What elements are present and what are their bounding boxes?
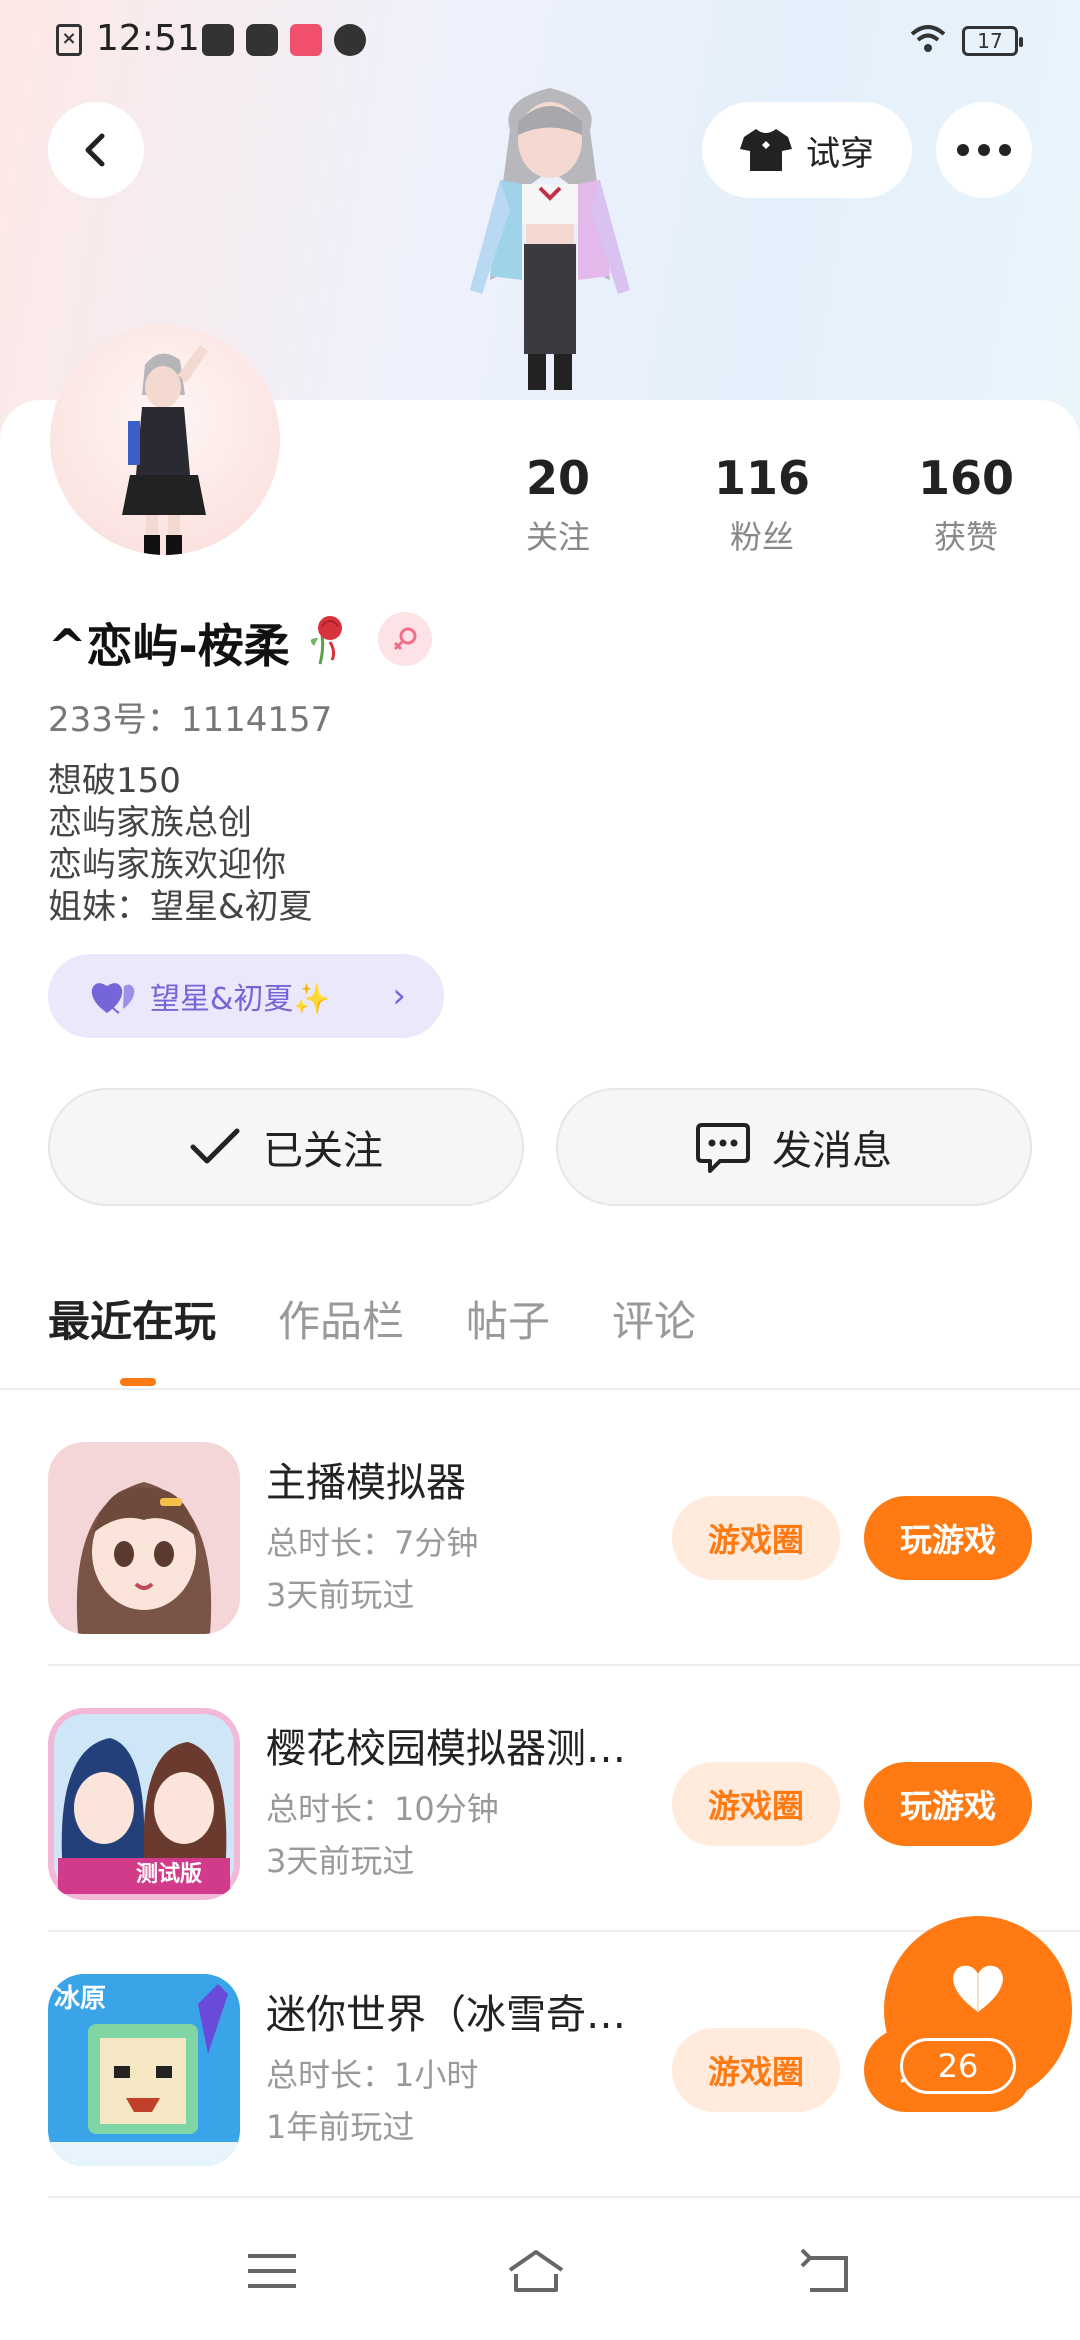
- profile-tabs: 最近在玩 作品栏 帖子 评论: [48, 1290, 758, 1370]
- likes-stat[interactable]: 160 获赞: [886, 450, 1046, 558]
- family-pill-label: 望星&初夏✨: [150, 982, 331, 1017]
- heart-icon: [91, 983, 135, 1014]
- bio-line: 恋屿家族总创: [48, 803, 252, 843]
- fans-stat[interactable]: 116 粉丝: [682, 450, 842, 558]
- avatar-3d-figure[interactable]: [440, 80, 660, 400]
- fans-count: 116: [713, 451, 811, 505]
- game-duration: 总时长：1小时: [266, 2056, 479, 2094]
- cat-app-icon: [334, 24, 366, 56]
- following-label: 关注: [525, 518, 590, 556]
- checkmark-icon: [190, 1128, 240, 1164]
- status-bar: × 12:51 17: [0, 0, 1080, 84]
- game-circle-button[interactable]: 游戏圈: [672, 1762, 840, 1846]
- heart-icon: [953, 1965, 1003, 2012]
- system-navigation-bar: [0, 2200, 1080, 2340]
- game-duration: 总时长：7分钟: [266, 1524, 479, 1562]
- try-on-button[interactable]: 试穿: [702, 102, 912, 198]
- likes-label: 获赞: [933, 518, 998, 556]
- avatar[interactable]: [50, 325, 280, 555]
- active-tab-indicator: [120, 1378, 156, 1386]
- send-message-label: 发消息: [772, 1128, 892, 1174]
- wifi-icon: [910, 25, 946, 52]
- game-name: 主播模拟器: [266, 1460, 466, 1506]
- tab-posts[interactable]: 帖子: [466, 1290, 550, 1370]
- more-options-button[interactable]: [936, 102, 1032, 198]
- game-last-played: 3天前玩过: [266, 1842, 415, 1880]
- game-name: 迷你世界（冰雪奇…: [266, 1992, 626, 2038]
- tab-comments[interactable]: 评论: [612, 1290, 696, 1370]
- game-circle-button[interactable]: 游戏圈: [672, 1496, 840, 1580]
- play-game-button[interactable]: 玩游戏: [864, 1496, 1032, 1580]
- followed-label: 已关注: [263, 1128, 383, 1174]
- like-count-badge: 26: [900, 2038, 1016, 2094]
- nickname: ^恋屿-桉柔: [48, 619, 290, 673]
- more-dots-icon: [957, 144, 1011, 156]
- game-last-played: 3天前玩过: [266, 1576, 415, 1614]
- send-message-button[interactable]: 发消息: [556, 1088, 1032, 1206]
- tab-divider: [0, 1388, 1080, 1390]
- battery-icon: 17: [962, 26, 1023, 56]
- menu-icon[interactable]: [242, 2246, 302, 2296]
- tshirt-icon: [740, 129, 792, 171]
- sakura-school-game-icon: 测试版: [48, 1708, 240, 1900]
- list-item[interactable]: 主播模拟器 总时长：7分钟 3天前玩过 游戏圈 玩游戏: [0, 1400, 1080, 1666]
- play-game-button[interactable]: 玩游戏: [864, 1762, 1032, 1846]
- video-app-icon: [246, 24, 278, 56]
- game-duration: 总时长：10分钟: [266, 1790, 499, 1828]
- back-navigation-icon[interactable]: [796, 2246, 856, 2296]
- row-divider: [48, 2196, 1080, 2198]
- user-id: 233号：1114157: [48, 700, 333, 740]
- chevron-left-icon: [85, 133, 105, 167]
- chevron-right-icon: ›: [392, 976, 406, 1016]
- family-pill[interactable]: 望星&初夏✨ ›: [48, 954, 444, 1038]
- game-last-played: 1年前玩过: [266, 2108, 415, 2146]
- avatar-character-image: [122, 345, 208, 555]
- followed-button[interactable]: 已关注: [48, 1088, 524, 1206]
- game-name: 樱花校园模拟器测…: [266, 1726, 626, 1772]
- likes-count: 160: [917, 451, 1015, 505]
- mini-world-game-icon: 冰原: [48, 1974, 240, 2166]
- streamer-simulator-game-icon: [48, 1442, 240, 1634]
- chat-bubble-icon: [696, 1123, 750, 1173]
- bio: 想破150 恋屿家族总创 恋屿家族欢迎你 姐妹：望星&初夏: [48, 760, 313, 928]
- try-on-label: 试穿: [806, 133, 874, 174]
- home-icon[interactable]: [506, 2246, 566, 2296]
- status-time: 12:51: [96, 18, 200, 59]
- notification-icon: ×: [56, 24, 82, 56]
- ice-badge: 冰原: [54, 1984, 107, 2014]
- female-gender-icon: [378, 612, 432, 666]
- following-stat[interactable]: 20 关注: [478, 450, 638, 558]
- photo-app-icon: [290, 24, 322, 56]
- rose-icon: [310, 616, 342, 665]
- following-count: 20: [525, 451, 590, 505]
- app-notification-icon: [202, 24, 234, 56]
- tab-works[interactable]: 作品栏: [278, 1290, 404, 1370]
- game-circle-button[interactable]: 游戏圈: [672, 2028, 840, 2112]
- fans-label: 粉丝: [729, 518, 794, 556]
- bio-line: 想破150: [48, 761, 181, 801]
- tab-recently-played[interactable]: 最近在玩: [48, 1290, 216, 1370]
- test-version-badge: 测试版: [136, 1862, 203, 1887]
- list-item[interactable]: 测试版 樱花校园模拟器测… 总时长：10分钟 3天前玩过 游戏圈 玩游戏: [0, 1666, 1080, 1932]
- bio-line: 恋屿家族欢迎你: [48, 845, 286, 885]
- back-button[interactable]: [48, 102, 144, 198]
- bio-line: 姐妹：望星&初夏: [48, 887, 313, 927]
